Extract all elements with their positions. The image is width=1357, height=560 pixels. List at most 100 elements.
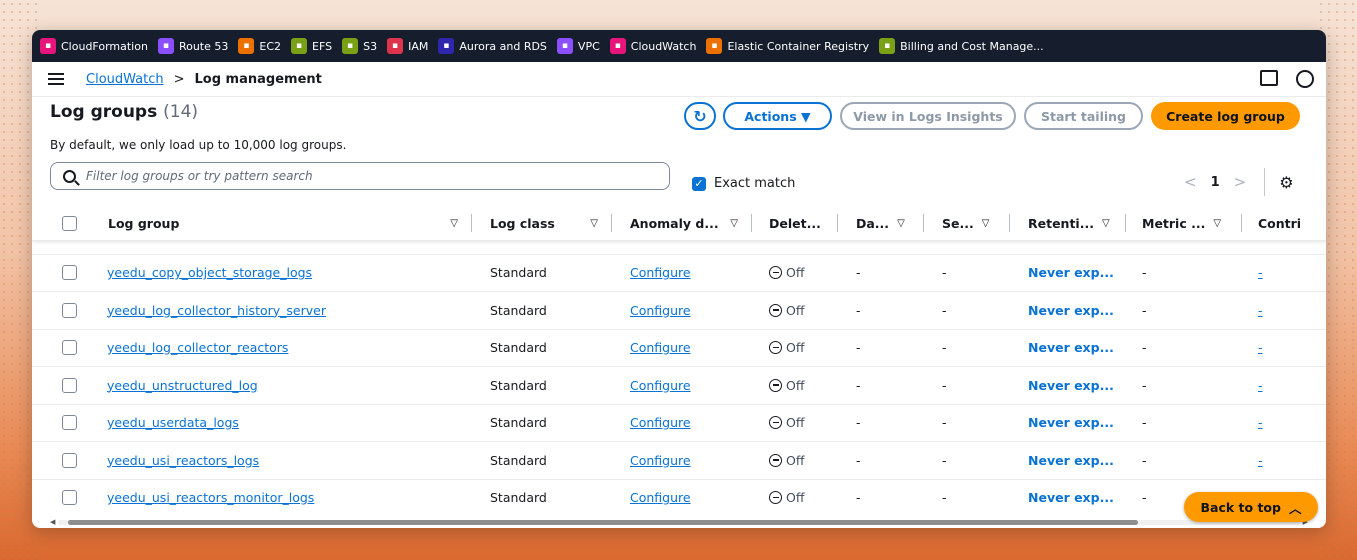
configure-link-text[interactable]: Configure [630,415,691,430]
retention-link[interactable]: Never exp... [1028,479,1114,515]
contributor-insights-link[interactable]: - [1258,367,1263,404]
contributor-insights-link[interactable]: - [1258,254,1263,291]
start-tailing-button[interactable]: Start tailing [1024,102,1143,130]
configure-link-text[interactable]: Configure [630,303,691,318]
row-checkbox[interactable] [62,302,77,318]
favorite-item[interactable]: ▪ EC2 [238,38,281,54]
favorite-item[interactable]: ▪ CloudWatch [609,38,696,54]
favorite-item[interactable]: ▪ CloudFormation [40,38,148,54]
view-in-logs-insights-button[interactable]: View in Logs Insights [840,102,1016,130]
favorite-item[interactable]: ▪ S3 [342,38,377,54]
configure-link-text[interactable]: Configure [630,340,691,355]
back-to-top-button[interactable]: Back to top ︿ [1184,492,1318,522]
log-group-link-text[interactable]: yeedu_copy_object_storage_logs [107,265,312,280]
sort-icon[interactable]: ▽ [1213,218,1221,229]
contributor-insights-link-text[interactable]: - [1258,340,1263,355]
row-checkbox[interactable] [62,452,77,468]
favorite-item[interactable]: ▪ Billing and Cost Manage... [879,38,1044,54]
favorite-item[interactable]: ▪ Route 53 [157,38,228,54]
log-group-link-text[interactable]: yeedu_log_collector_history_server [107,303,326,318]
retention-link-text[interactable]: Never exp... [1028,265,1114,280]
table-row[interactable]: yeedu_copy_object_storage_logs Standard Co… [32,254,1326,292]
contributor-insights-link[interactable]: - [1258,292,1263,329]
table-row[interactable]: yeedu_log_collector_reactors Standard Conf… [32,329,1326,367]
contributor-insights-link[interactable]: - [1258,442,1263,479]
column-header-sensitive-data[interactable]: Se... ▽ [924,206,1010,240]
contributor-insights-link-text[interactable]: - [1258,415,1263,430]
log-group-link-text[interactable]: yeedu_usi_reactors_logs [107,453,259,468]
scroll-left-icon[interactable]: ◀ [50,518,55,526]
retention-link-text[interactable]: Never exp... [1028,453,1114,468]
configure-link-text[interactable]: Configure [630,265,691,280]
contributor-insights-link[interactable]: - [1258,329,1263,366]
log-group-link[interactable]: yeedu_usi_reactors_monitor_logs [107,479,314,515]
refresh-button[interactable]: ↻ [684,102,716,130]
gear-icon[interactable]: ⚙ [1279,173,1293,192]
column-header-deletion-protection[interactable]: Delet... [752,206,838,240]
configure-link[interactable]: Configure [630,442,691,479]
menu-icon[interactable] [48,70,64,88]
log-group-link-text[interactable]: yeedu_log_collector_reactors [107,340,288,355]
log-group-link[interactable]: yeedu_log_collector_reactors [107,329,288,366]
create-log-group-button[interactable]: Create log group [1151,102,1300,130]
actions-button[interactable]: Actions ▼ [723,102,832,130]
scrollbar-thumb[interactable] [68,520,1138,525]
favorite-item[interactable]: ▪ VPC [556,38,600,54]
sort-icon[interactable]: ▽ [1102,218,1110,229]
configure-link[interactable]: Configure [630,404,691,441]
log-group-link[interactable]: yeedu_userdata_logs [107,404,239,441]
retention-link[interactable]: Never exp... [1028,404,1114,441]
row-checkbox[interactable] [62,265,77,280]
retention-link[interactable]: Never exp... [1028,442,1114,479]
retention-link-text[interactable]: Never exp... [1028,340,1114,355]
exact-match-checkbox[interactable]: ✓ [692,176,706,191]
log-group-link[interactable]: yeedu_copy_object_storage_logs [107,254,312,291]
column-header-log-group[interactable]: Log group ▽ [90,206,472,240]
configure-link-text[interactable]: Configure [630,453,691,468]
contributor-insights-link-text[interactable]: - [1258,378,1263,393]
row-checkbox[interactable] [62,490,77,505]
select-all-checkbox[interactable] [62,215,77,231]
favorite-item[interactable]: ▪ Aurora and RDS [438,38,547,54]
column-header-log-class[interactable]: Log class ▽ [472,206,612,240]
table-row[interactable]: yeedu_usi_reactors_monitor_logs Standard C… [32,479,1326,515]
search-input[interactable] [84,168,648,184]
column-header-data-protection[interactable]: Da... ▽ [838,206,924,240]
column-header-metric-filters[interactable]: Metric ... ▽ [1126,206,1242,240]
configure-link[interactable]: Configure [630,254,691,291]
log-group-link[interactable]: yeedu_log_collector_history_server [107,292,326,329]
configure-link-text[interactable]: Configure [630,378,691,393]
next-page-button[interactable]: > [1234,173,1247,191]
configure-link[interactable]: Configure [630,329,691,366]
notifications-icon[interactable] [1296,70,1314,88]
sort-icon[interactable]: ▽ [897,218,905,229]
contributor-insights-link-text[interactable]: - [1258,265,1263,280]
prev-page-button[interactable]: < [1184,173,1197,191]
column-header-retention[interactable]: Retenti... ▽ [1010,206,1126,240]
sort-icon[interactable]: ▽ [730,218,738,229]
retention-link-text[interactable]: Never exp... [1028,303,1114,318]
row-checkbox[interactable] [62,377,77,393]
retention-link[interactable]: Never exp... [1028,292,1114,329]
table-row[interactable]: yeedu_log_collector_history_server Standa… [32,292,1326,330]
table-row[interactable]: yeedu_usi_reactors_logs Standard Configure… [32,442,1326,480]
table-row[interactable]: yeedu_unstructured_log Standard Configure O… [32,367,1326,405]
log-group-link-text[interactable]: yeedu_unstructured_log [107,378,258,393]
favorite-item[interactable]: ▪ IAM [387,38,428,54]
retention-link[interactable]: Never exp... [1028,329,1114,366]
horizontal-scrollbar[interactable]: ◀ ▶ [48,518,1310,526]
configure-link[interactable]: Configure [630,292,691,329]
breadcrumb-cloudwatch-link[interactable]: CloudWatch [86,72,164,87]
configure-link-text[interactable]: Configure [630,490,691,505]
sort-icon[interactable]: ▽ [982,218,990,229]
row-checkbox[interactable] [62,415,77,430]
configure-link[interactable]: Configure [630,479,691,515]
log-group-link[interactable]: yeedu_unstructured_log [107,367,258,404]
sort-icon[interactable]: ▽ [590,218,598,229]
page-number[interactable]: 1 [1211,175,1220,190]
row-checkbox[interactable] [62,340,77,355]
column-header-anomaly-detection[interactable]: Anomaly d... ▽ [612,206,752,240]
retention-link[interactable]: Never exp... [1028,254,1114,291]
log-group-link-text[interactable]: yeedu_usi_reactors_monitor_logs [107,490,314,505]
configure-link[interactable]: Configure [630,367,691,404]
